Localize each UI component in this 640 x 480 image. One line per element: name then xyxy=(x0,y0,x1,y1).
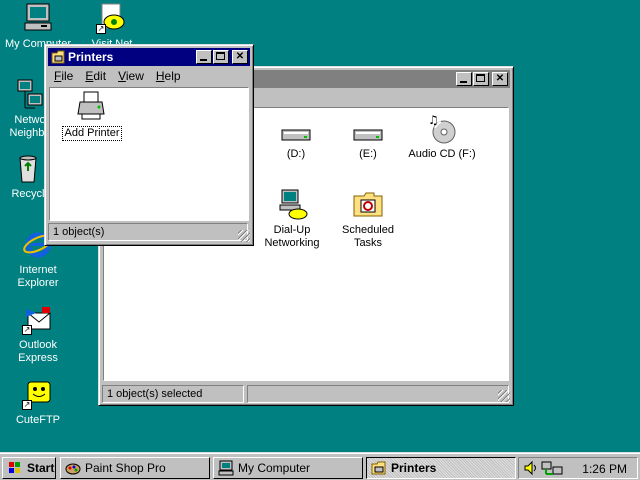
volume-icon[interactable] xyxy=(523,460,539,479)
svg-text:♫: ♫ xyxy=(428,113,439,127)
status-text: 1 object(s) selected xyxy=(107,388,203,400)
window-controls: ✕ xyxy=(195,50,248,64)
resize-grip[interactable] xyxy=(498,390,510,402)
maximize-button[interactable] xyxy=(213,50,229,64)
drive-audio-cd[interactable]: ♫ Audio CD (F:) xyxy=(404,112,480,161)
taskbar-button-printers[interactable]: Printers xyxy=(366,457,516,479)
desktop-icon-label: CuteFTP xyxy=(15,414,60,426)
minimize-button[interactable] xyxy=(196,50,212,64)
shortcut-arrow-icon: ↗ xyxy=(22,325,32,335)
menu-view[interactable]: View xyxy=(112,67,150,85)
computer-icon xyxy=(22,2,54,34)
add-printer-item[interactable]: Add Printer xyxy=(54,90,130,141)
maximize-icon xyxy=(216,52,225,60)
scheduled-tasks-folder-icon xyxy=(352,188,384,220)
window-controls: ✕ xyxy=(455,72,508,86)
window-title: Printers xyxy=(68,50,114,64)
item-label-line1: Dial-Up xyxy=(273,224,311,236)
menu-edit[interactable]: Edit xyxy=(79,67,112,85)
menu-help[interactable]: Help xyxy=(150,67,187,85)
recycle-bin-icon xyxy=(12,152,44,184)
drive-label: (D:) xyxy=(286,148,306,160)
taskbar-button-label: My Computer xyxy=(238,461,311,475)
desktop-icon-outlook-express[interactable]: ↗ Outlook Express xyxy=(0,303,76,365)
add-printer-icon xyxy=(76,90,108,122)
menu-bar: File Edit View Help xyxy=(48,67,250,85)
menu-file[interactable]: File xyxy=(48,67,79,85)
shortcut-arrow-icon: ↗ xyxy=(22,400,32,410)
my-computer-status-right xyxy=(247,385,509,403)
taskbar-button-my-computer[interactable]: My Computer xyxy=(213,457,363,479)
taskbar: Start Paint Shop Pro My Computer Printer… xyxy=(0,452,640,480)
desktop-icon-label-line1: Internet xyxy=(19,264,57,276)
windows-logo-icon xyxy=(7,460,23,476)
desktop-icon-label-line1: Outlook xyxy=(19,339,57,351)
printers-content[interactable]: Add Printer xyxy=(49,87,249,221)
maximize-button[interactable] xyxy=(473,72,489,86)
start-label: Start xyxy=(27,461,55,475)
item-label-line1: Scheduled xyxy=(342,224,394,236)
hard-drive-icon xyxy=(280,124,312,144)
taskbar-button-label: Printers xyxy=(391,461,437,475)
my-computer-status-left: 1 object(s) selected xyxy=(102,385,244,403)
minimize-button[interactable] xyxy=(456,72,472,86)
system-tray: 1:26 PM xyxy=(518,457,638,479)
audio-cd-icon: ♫ xyxy=(426,112,458,144)
dial-up-networking[interactable]: Dial-Up Networking xyxy=(254,188,330,250)
network-icon xyxy=(14,78,46,110)
printers-status: 1 object(s) xyxy=(48,223,248,241)
add-printer-label: Add Printer xyxy=(62,126,122,141)
dial-up-networking-icon xyxy=(276,188,308,220)
printers-titlebar[interactable]: Printers ✕ xyxy=(48,48,250,66)
desktop-icon-cuteftp[interactable]: ↗ CuteFTP xyxy=(0,378,76,427)
network-tray-icon[interactable] xyxy=(541,460,565,479)
item-label-line2: Networking xyxy=(264,237,320,249)
drive-d[interactable]: (D:) xyxy=(258,124,334,161)
shortcut-arrow-icon: ↗ xyxy=(96,24,106,34)
taskbar-button-label: Paint Shop Pro xyxy=(85,461,166,475)
minimize-icon xyxy=(200,59,207,61)
printers-folder-icon xyxy=(371,460,387,476)
desktop-icon-label-line2: Express xyxy=(18,352,58,364)
maximize-icon xyxy=(476,74,485,82)
item-label-line2: Tasks xyxy=(353,237,383,249)
scheduled-tasks[interactable]: Scheduled Tasks xyxy=(330,188,406,250)
computer-icon xyxy=(218,460,234,476)
paint-shop-pro-icon xyxy=(65,460,81,476)
phone-icon: ↗ xyxy=(96,2,128,34)
status-text: 1 object(s) xyxy=(53,226,105,238)
drive-label: (E:) xyxy=(359,148,377,160)
drive-label: Audio CD (F:) xyxy=(408,148,476,160)
resize-grip[interactable] xyxy=(238,230,250,242)
start-button[interactable]: Start xyxy=(2,457,56,479)
drive-e[interactable]: (E:) xyxy=(330,124,406,161)
hard-drive-icon xyxy=(352,124,384,144)
printers-window[interactable]: Printers ✕ File Edit View Help Add Print… xyxy=(44,44,254,246)
close-icon: ✕ xyxy=(235,51,245,62)
close-button[interactable]: ✕ xyxy=(232,50,248,64)
clock: 1:26 PM xyxy=(582,462,627,476)
outlook-express-icon: ↗ xyxy=(22,303,54,335)
cuteftp-icon: ↗ xyxy=(22,378,54,410)
close-button[interactable]: ✕ xyxy=(492,72,508,86)
desktop-icon-label-line2: Explorer xyxy=(17,277,59,289)
taskbar-button-paint-shop-pro[interactable]: Paint Shop Pro xyxy=(60,457,210,479)
close-icon: ✕ xyxy=(495,73,505,84)
minimize-icon xyxy=(460,81,467,83)
printers-folder-icon xyxy=(51,50,65,67)
